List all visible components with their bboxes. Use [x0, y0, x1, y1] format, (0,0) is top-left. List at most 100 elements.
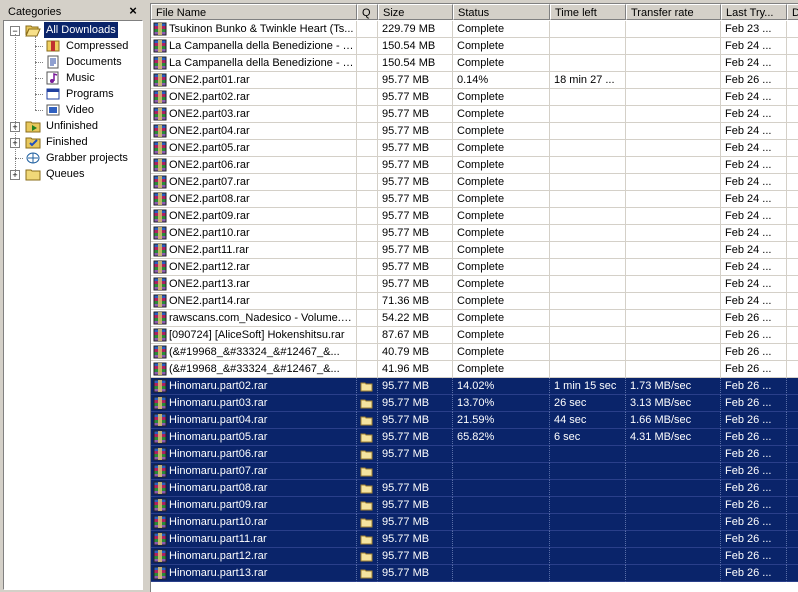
table-row[interactable]: La Campanella della Benedizione - T... 15… — [151, 38, 798, 55]
tree-node-unfinished[interactable]: + Unfinished — [4, 118, 142, 134]
table-row[interactable]: La Campanella della Benedizione - T... 15… — [151, 55, 798, 72]
table-row[interactable]: Hinomaru.part09.rar 95.77 MB Feb 26 ... — [151, 497, 798, 514]
time-left-cell — [550, 225, 626, 242]
table-row[interactable]: Hinomaru.part13.rar 95.77 MB Feb 26 ... — [151, 565, 798, 582]
transfer-rate-cell — [626, 327, 721, 344]
table-row[interactable]: [090724] [AliceSoft] Hokenshitsu.rar 87.6… — [151, 327, 798, 344]
time-left-cell — [550, 514, 626, 531]
tree-node-label: Programs — [66, 88, 114, 100]
column-header-last-try[interactable]: Last Try... — [721, 4, 787, 20]
time-left-cell — [550, 21, 626, 38]
table-row[interactable]: ONE2.part12.rar 95.77 MB Complete Feb 24 ..… — [151, 259, 798, 276]
last-try-cell: Feb 24 ... — [721, 225, 787, 242]
tree-node-grabber-projects[interactable]: Grabber projects — [4, 150, 142, 166]
table-row[interactable]: Hinomaru.part02.rar 95.77 MB 14.02% 1 min 1… — [151, 378, 798, 395]
file-name: (&#19968_&#33324_&#12467_&... — [169, 346, 340, 358]
tree-node-music[interactable]: Music — [4, 70, 142, 86]
transfer-rate-cell — [626, 208, 721, 225]
table-row[interactable]: ONE2.part08.rar 95.77 MB Complete Feb 24 ..… — [151, 191, 798, 208]
table-row[interactable]: ONE2.part07.rar 95.77 MB Complete Feb 24 ..… — [151, 174, 798, 191]
table-row[interactable]: Hinomaru.part07.rar Feb 26 ... — [151, 463, 798, 480]
last-try-cell: Feb 24 ... — [721, 106, 787, 123]
table-row[interactable]: (&#19968_&#33324_&#12467_&... 40.79 MB Com… — [151, 344, 798, 361]
time-left-cell — [550, 276, 626, 293]
table-row[interactable]: Hinomaru.part11.rar 95.77 MB Feb 26 ... — [151, 531, 798, 548]
table-row[interactable]: ONE2.part13.rar 95.77 MB Complete Feb 24 ..… — [151, 276, 798, 293]
last-try-cell: Feb 24 ... — [721, 55, 787, 72]
transfer-rate-cell — [626, 55, 721, 72]
table-row[interactable]: Hinomaru.part03.rar 95.77 MB 13.70% 26 sec 3… — [151, 395, 798, 412]
status-cell: 14.02% — [453, 378, 550, 395]
categories-panel: Categories × − All Downloads Compressed Doc… — [0, 0, 145, 592]
table-row[interactable]: Tsukinon Bunko & Twinkle Heart (Ts... 229… — [151, 21, 798, 38]
file-name: ONE2.part06.rar — [169, 159, 250, 171]
queue-icon — [360, 465, 373, 477]
tree-node-queues[interactable]: + Queues — [4, 166, 142, 182]
table-row[interactable]: Hinomaru.part12.rar 95.77 MB Feb 26 ... — [151, 548, 798, 565]
last-try-cell: Feb 26 ... — [721, 378, 787, 395]
queue-icon — [360, 431, 373, 443]
file-name-cell: (&#19968_&#33324_&#12467_&... — [151, 344, 357, 361]
last-try-cell: Feb 24 ... — [721, 38, 787, 55]
last-try-cell: Feb 26 ... — [721, 548, 787, 565]
d-cell — [787, 480, 798, 497]
table-row[interactable]: ONE2.part04.rar 95.77 MB Complete Feb 24 ..… — [151, 123, 798, 140]
table-row[interactable]: ONE2.part09.rar 95.77 MB Complete Feb 24 ..… — [151, 208, 798, 225]
tree-node-documents[interactable]: Documents — [4, 54, 142, 70]
table-row[interactable]: ONE2.part10.rar 95.77 MB Complete Feb 24 ..… — [151, 225, 798, 242]
tree-node-finished[interactable]: + Finished — [4, 134, 142, 150]
d-cell — [787, 310, 798, 327]
d-cell — [787, 123, 798, 140]
queue-cell — [357, 548, 378, 565]
last-try-cell: Feb 24 ... — [721, 174, 787, 191]
table-row[interactable]: ONE2.part02.rar 95.77 MB Complete Feb 24 ..… — [151, 89, 798, 106]
rar-archive-icon — [153, 243, 169, 257]
transfer-rate-cell — [626, 157, 721, 174]
table-row[interactable]: Hinomaru.part06.rar 95.77 MB Feb 26 ... — [151, 446, 798, 463]
time-left-cell — [550, 310, 626, 327]
column-header-transfer-rate[interactable]: Transfer rate — [626, 4, 721, 20]
close-icon[interactable]: × — [127, 4, 139, 18]
table-row[interactable]: ONE2.part14.rar 71.36 MB Complete Feb 24 ..… — [151, 293, 798, 310]
tree-node-programs[interactable]: Programs — [4, 86, 142, 102]
table-row[interactable]: Hinomaru.part05.rar 95.77 MB 65.82% 6 sec 4.… — [151, 429, 798, 446]
status-cell — [453, 548, 550, 565]
column-header-size[interactable]: Size — [378, 4, 453, 20]
table-row[interactable]: Hinomaru.part04.rar 95.77 MB 21.59% 44 sec 1… — [151, 412, 798, 429]
rar-archive-icon — [153, 175, 169, 189]
table-row[interactable]: ONE2.part11.rar 95.77 MB Complete Feb 24 ..… — [151, 242, 798, 259]
table-row[interactable]: Hinomaru.part08.rar 95.77 MB Feb 26 ... — [151, 480, 798, 497]
column-header-time-left[interactable]: Time left — [550, 4, 626, 20]
tree-node-compressed[interactable]: Compressed — [4, 38, 142, 54]
file-name: ONE2.part01.rar — [169, 74, 250, 86]
size-cell: 95.77 MB — [378, 225, 453, 242]
tree-node-all-downloads[interactable]: − All Downloads — [4, 22, 142, 38]
table-row[interactable]: (&#19968_&#33324_&#12467_&... 41.96 MB Com… — [151, 361, 798, 378]
rar-archive-icon — [153, 260, 169, 274]
column-header-q[interactable]: Q — [357, 4, 378, 20]
rar-archive-icon — [153, 22, 169, 36]
folder-open-icon — [25, 23, 41, 37]
column-header-file-name[interactable]: File Name — [151, 4, 357, 20]
last-try-cell: Feb 26 ... — [721, 327, 787, 344]
status-cell: Complete — [453, 89, 550, 106]
table-row[interactable]: rawscans.com_Nadesico - Volume.0... 54.22… — [151, 310, 798, 327]
tree-node-video[interactable]: Video — [4, 102, 142, 118]
size-cell: 95.77 MB — [378, 106, 453, 123]
status-cell: Complete — [453, 361, 550, 378]
time-left-cell — [550, 174, 626, 191]
column-header-d[interactable]: D — [787, 4, 798, 20]
d-cell — [787, 463, 798, 480]
column-header-status[interactable]: Status — [453, 4, 550, 20]
size-cell: 95.77 MB — [378, 480, 453, 497]
table-row[interactable]: ONE2.part05.rar 95.77 MB Complete Feb 24 ..… — [151, 140, 798, 157]
table-row[interactable]: ONE2.part06.rar 95.77 MB Complete Feb 24 ..… — [151, 157, 798, 174]
table-row[interactable]: ONE2.part03.rar 95.77 MB Complete Feb 24 ..… — [151, 106, 798, 123]
size-cell: 95.77 MB — [378, 242, 453, 259]
d-cell — [787, 548, 798, 565]
table-row[interactable]: Hinomaru.part10.rar 95.77 MB Feb 26 ... — [151, 514, 798, 531]
transfer-rate-cell: 3.13 MB/sec — [626, 395, 721, 412]
size-cell: 95.77 MB — [378, 548, 453, 565]
size-cell: 95.77 MB — [378, 259, 453, 276]
table-row[interactable]: ONE2.part01.rar 95.77 MB 0.14% 18 min 27 ..… — [151, 72, 798, 89]
